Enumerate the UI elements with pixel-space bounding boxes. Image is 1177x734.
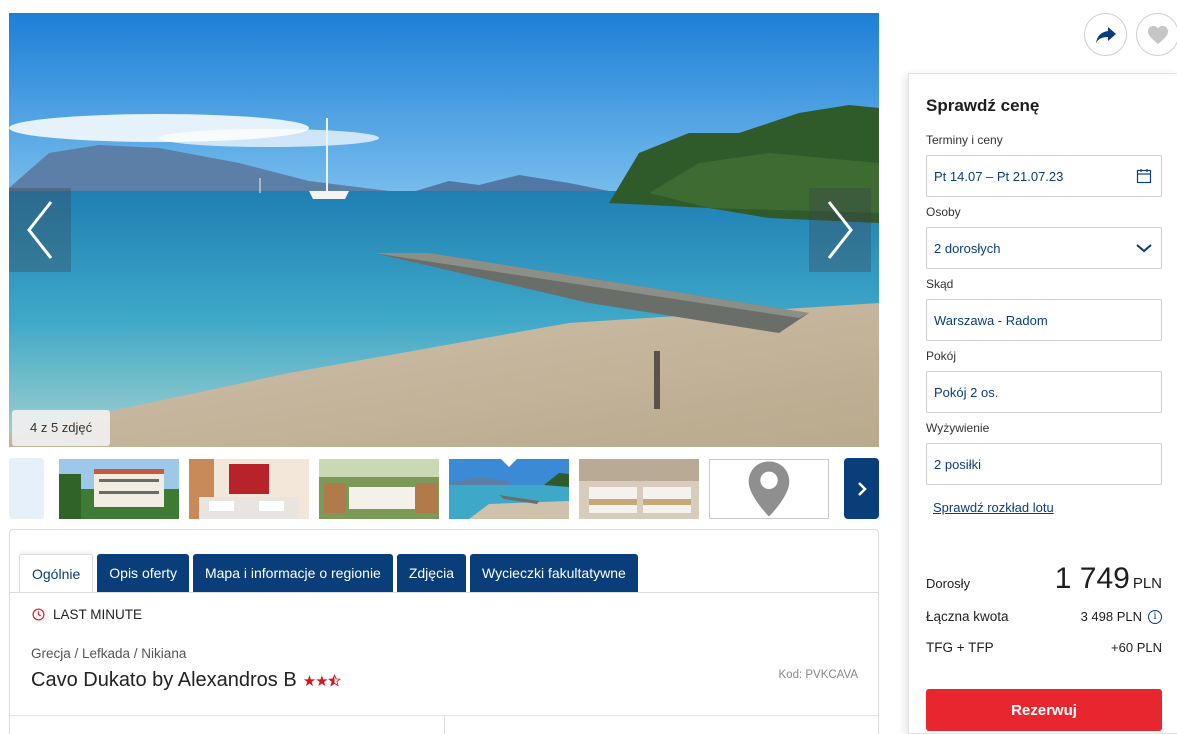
star-rating: ★★ <box>303 672 341 690</box>
tab-offer-description[interactable]: Opis oferty <box>97 554 189 593</box>
room-field[interactable]: Pokój 2 os. <box>926 371 1162 413</box>
restaurant-interior-image <box>189 459 309 519</box>
tabs-divider <box>10 592 878 593</box>
panel-title: Sprawdź cenę <box>926 96 1040 115</box>
persons-value: 2 dorosłych <box>934 240 1001 256</box>
flight-schedule-link[interactable]: Sprawdź rozkład lotu <box>933 500 1054 515</box>
tab-map-region[interactable]: Mapa i informacje o regionie <box>192 554 393 593</box>
hero-photo[interactable] <box>9 13 879 447</box>
total-amount: 3 498 PLN i <box>1081 609 1162 624</box>
chevron-right-icon <box>857 481 867 496</box>
calendar-icon <box>1136 168 1152 184</box>
share-button[interactable] <box>1084 13 1127 56</box>
fees-value: +60 PLN <box>1111 640 1162 655</box>
thumbnail-map[interactable] <box>709 459 829 519</box>
photo-counter: 4 z 5 zdjęć <box>12 410 111 446</box>
dates-value: Pt 14.07 – Pt 21.07.23 <box>934 168 1064 184</box>
bedroom-image <box>579 459 699 519</box>
last-minute-badge: LAST MINUTE <box>32 607 142 622</box>
board-field[interactable]: 2 posiłki <box>926 443 1162 485</box>
board-value: 2 posiłki <box>934 456 981 472</box>
heart-icon <box>1147 25 1168 44</box>
thumbnail-restaurant[interactable] <box>189 459 309 519</box>
offer-details-card: Ogólnie Opis oferty Mapa i informacje o … <box>9 529 879 734</box>
tab-excursions[interactable]: Wycieczki fakultatywne <box>469 554 638 593</box>
reserve-button[interactable]: Rezerwuj <box>926 689 1162 731</box>
favorite-button[interactable] <box>1136 13 1177 56</box>
total-value: 3 498 PLN <box>1080 609 1142 624</box>
half-star-icon <box>327 673 341 687</box>
beach-photo <box>9 13 879 447</box>
last-minute-label: LAST MINUTE <box>53 607 143 622</box>
room-label: Pokój <box>926 349 957 363</box>
hotel-name: Cavo Dukato by Alexandros B <box>31 669 297 691</box>
offer-code: Kod: PVKCAVA <box>778 669 858 681</box>
thumbnail-strip <box>9 458 879 520</box>
adult-price-row: Dorosły 1 749 PLN <box>926 562 1162 596</box>
price-check-panel: Sprawdź cenę Terminy i ceny Pt 14.07 – P… <box>908 73 1177 734</box>
offer-tabs: Ogólnie Opis oferty Mapa i informacje o … <box>19 554 638 593</box>
board-label: Wyżywienie <box>926 421 990 435</box>
fees-row: TFG + TFP +60 PLN <box>926 640 1162 655</box>
persons-select[interactable]: 2 dorosłych <box>926 227 1162 269</box>
thumbnail-hotel-building[interactable] <box>59 459 179 519</box>
tab-general[interactable]: Ogólnie <box>19 554 94 593</box>
departure-label: Skąd <box>926 277 954 291</box>
departure-field[interactable]: Warszawa - Radom <box>926 299 1162 341</box>
chevron-left-icon <box>27 201 53 259</box>
info-icon[interactable]: i <box>1148 609 1162 624</box>
hotel-building-image <box>59 459 179 519</box>
adult-price-amount: 1 749 <box>1054 562 1130 595</box>
hotel-title: Cavo Dukato by Alexandros B ★★ <box>31 669 341 692</box>
thumbnail-terrace[interactable] <box>319 459 439 519</box>
star-icon: ★ <box>315 672 328 690</box>
star-icon: ★ <box>302 672 316 690</box>
active-thumbnail-marker <box>500 459 518 467</box>
persons-label: Osoby <box>926 205 961 219</box>
dates-label: Terminy i ceny <box>926 133 1003 147</box>
column-divider <box>444 716 445 734</box>
clock-icon <box>32 608 45 621</box>
offer-page: 4 z 5 zdjęć Ogólnie Opis oferty Mapa i i… <box>0 0 1177 734</box>
total-row: Łączna kwota 3 498 PLN i <box>926 609 1162 624</box>
terrace-dining-image <box>319 459 439 519</box>
thumbnails-next-button[interactable] <box>844 458 879 519</box>
room-value: Pokój 2 os. <box>934 384 999 400</box>
gallery-prev-button[interactable] <box>9 188 71 272</box>
chevron-right-icon <box>827 201 853 259</box>
departure-value: Warszawa - Radom <box>934 312 1048 328</box>
adult-price-currency: PLN <box>1132 575 1162 592</box>
location-breadcrumb: Grecja / Lefkada / Nikiana <box>31 646 187 661</box>
adult-label: Dorosły <box>926 576 971 591</box>
dates-field[interactable]: Pt 14.07 – Pt 21.07.23 <box>926 155 1162 197</box>
thumbnail-beach-pier[interactable] <box>449 459 569 519</box>
beach-pier-image <box>449 459 569 519</box>
chevron-down-icon <box>1136 243 1152 253</box>
share-arrow-icon <box>1095 26 1116 43</box>
tab-photos[interactable]: Zdjęcia <box>396 554 466 593</box>
fees-label: TFG + TFP <box>926 640 994 655</box>
total-label: Łączna kwota <box>926 609 1009 624</box>
gallery-next-button[interactable] <box>809 188 871 272</box>
adult-price: 1 749 PLN <box>1055 562 1162 596</box>
thumbnail-partial[interactable] <box>9 458 44 519</box>
map-pin-icon <box>748 461 790 517</box>
thumbnail-bedroom[interactable] <box>579 459 699 519</box>
